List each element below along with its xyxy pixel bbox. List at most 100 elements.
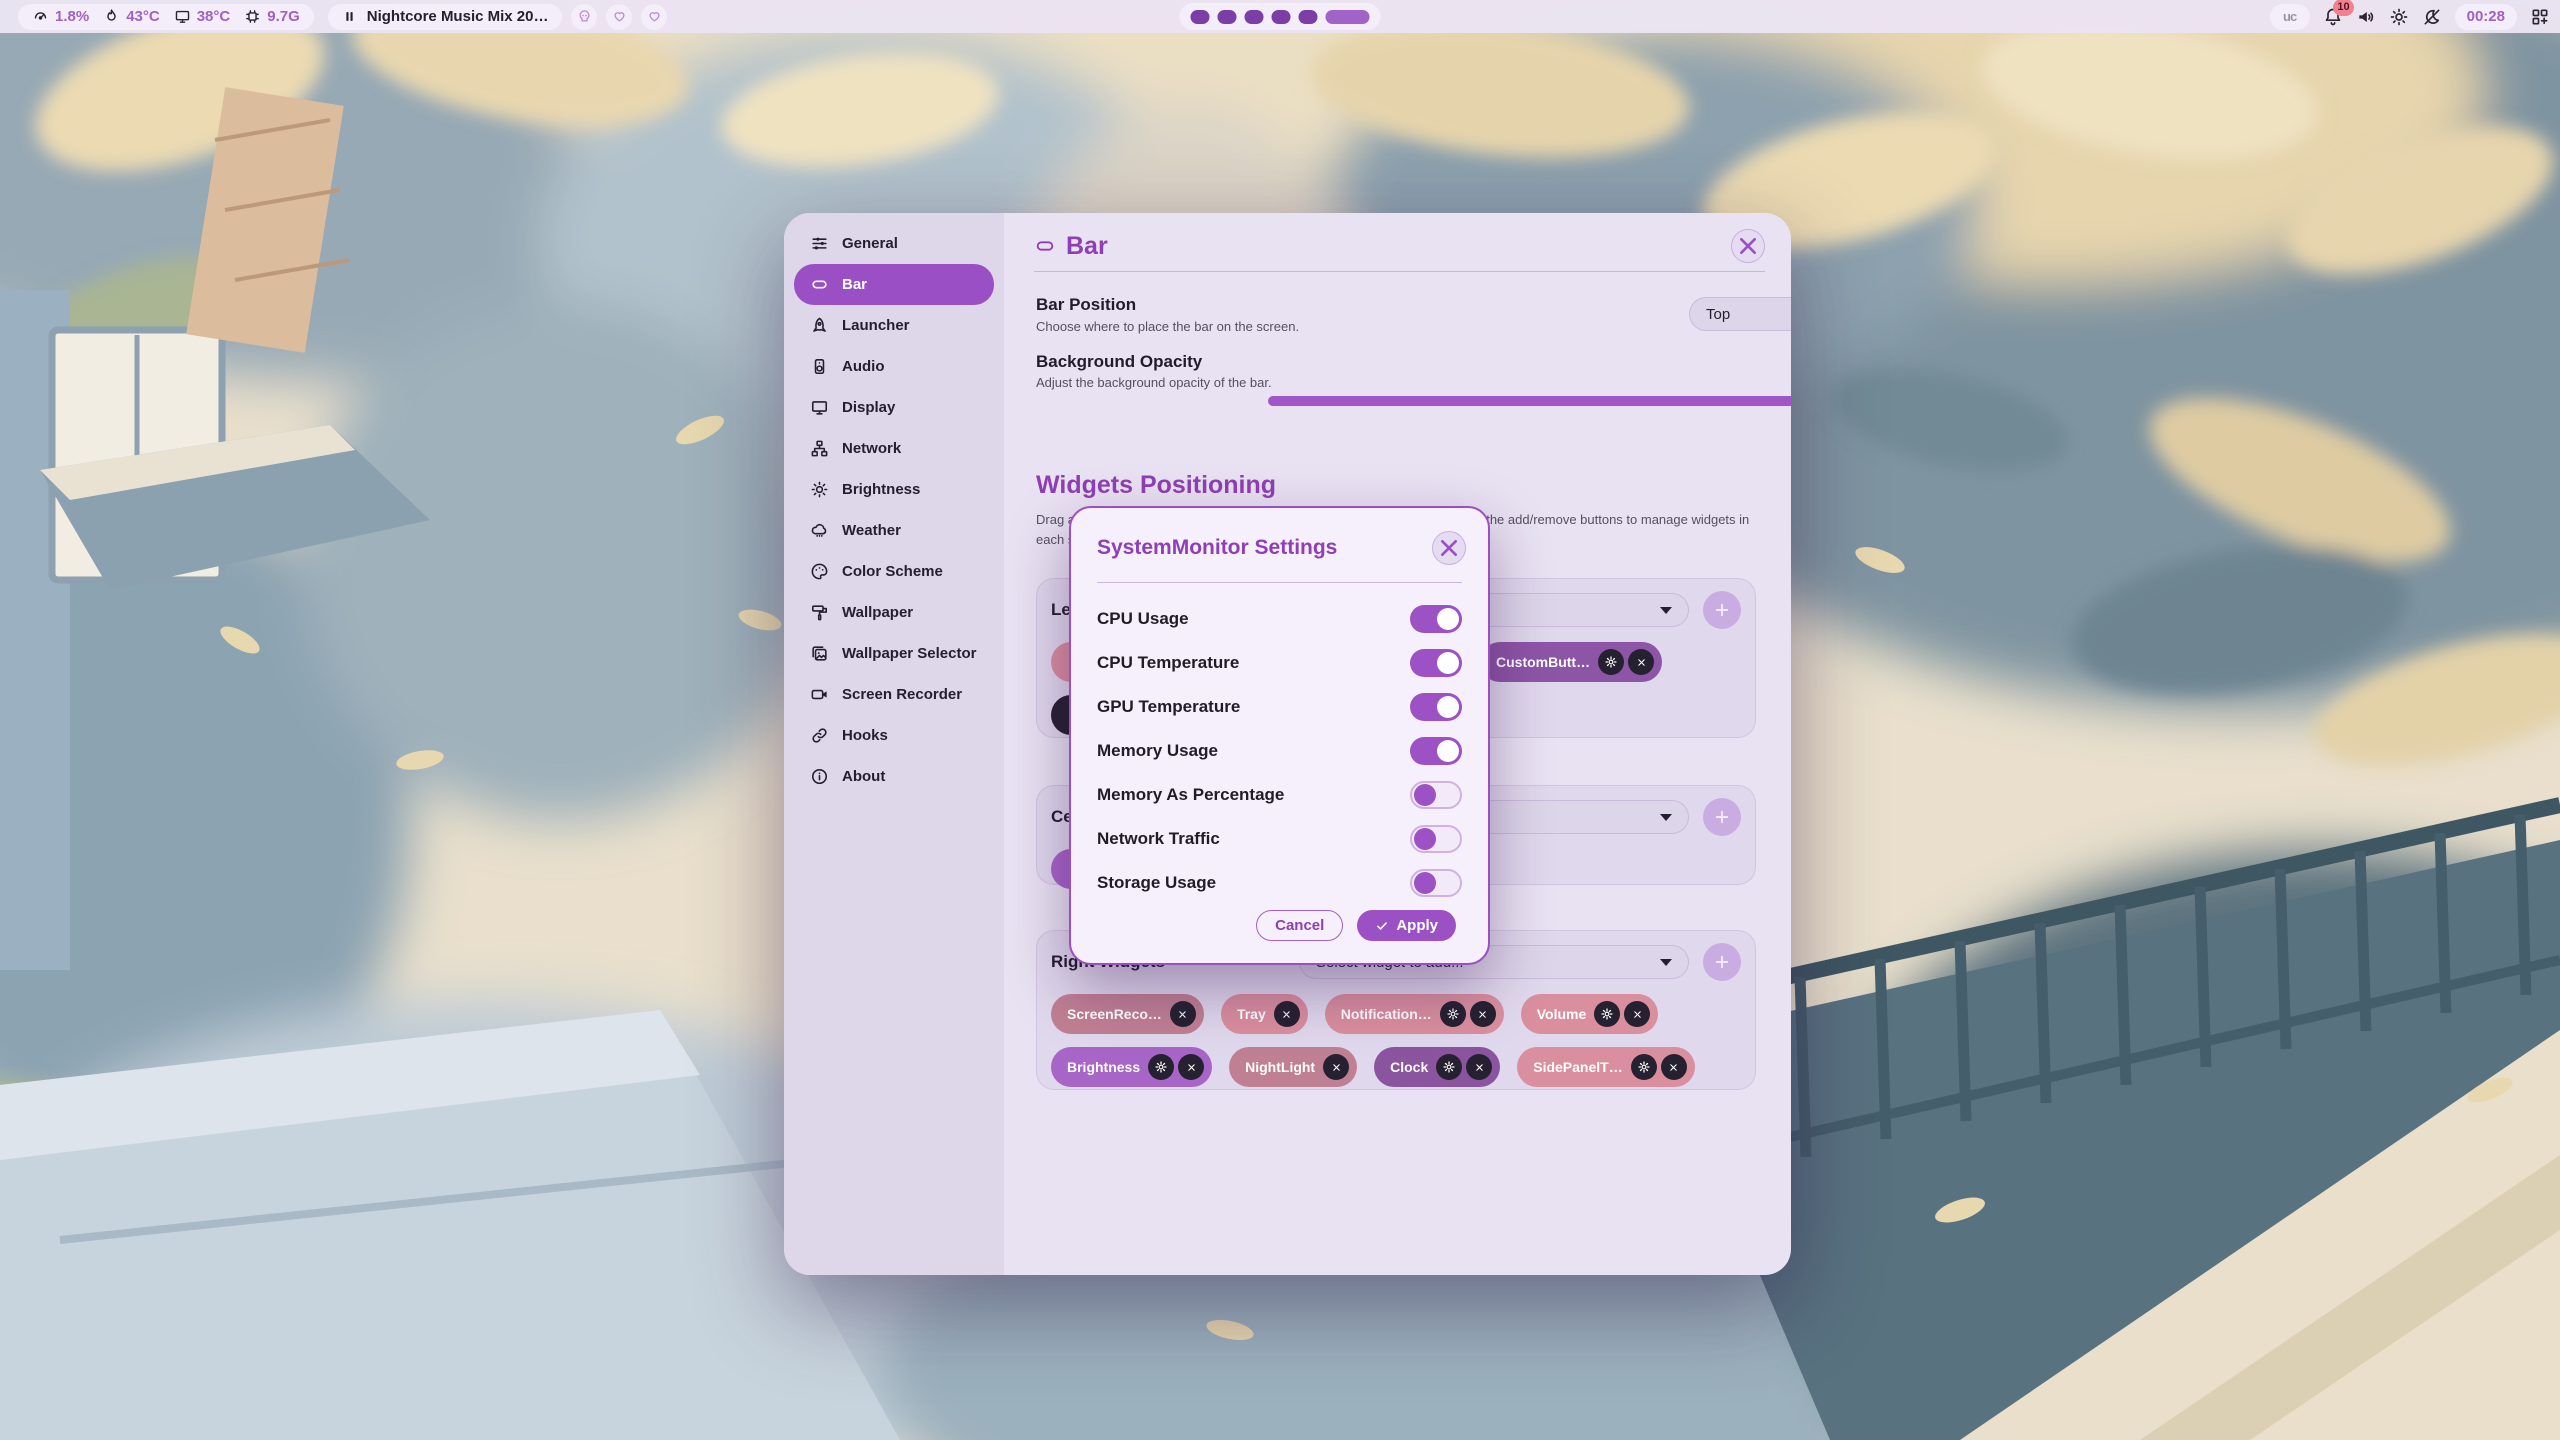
widget-chip-brightness[interactable]: Brightness xyxy=(1051,1047,1212,1087)
widget-gear-button[interactable] xyxy=(1594,1001,1620,1027)
sidebar-item-label: Wallpaper Selector xyxy=(842,645,977,662)
add-widget-button-left[interactable] xyxy=(1703,591,1741,629)
widget-remove-button[interactable] xyxy=(1178,1054,1204,1080)
workspace-1[interactable] xyxy=(1191,10,1210,24)
widget-remove-button[interactable] xyxy=(1470,1001,1496,1027)
widget-gear-button[interactable] xyxy=(1436,1054,1462,1080)
toggle-switch-off[interactable] xyxy=(1410,781,1462,809)
sidebar-item-bar[interactable]: Bar xyxy=(794,264,994,305)
toggle-row-gpu-temperature: GPU Temperature xyxy=(1097,685,1462,729)
sidebar-item-brightness[interactable]: Brightness xyxy=(794,469,994,510)
brightness-button[interactable] xyxy=(2389,7,2409,27)
sidebar-item-display[interactable]: Display xyxy=(794,387,994,428)
sidebar-item-audio[interactable]: Audio xyxy=(794,346,994,387)
gear-icon xyxy=(1637,1060,1651,1074)
widget-remove-button[interactable] xyxy=(1323,1054,1349,1080)
widget-remove-button[interactable] xyxy=(1274,1001,1300,1027)
workspace-indicator[interactable] xyxy=(1180,3,1381,30)
window-close-button[interactable] xyxy=(1731,229,1765,263)
toggle-label: Memory Usage xyxy=(1097,741,1218,761)
widget-remove-button[interactable] xyxy=(1628,649,1654,675)
night-light-button[interactable] xyxy=(2422,7,2442,27)
widget-gear-button[interactable] xyxy=(1440,1001,1466,1027)
quick-button-heart[interactable] xyxy=(641,4,667,30)
notifications-button[interactable]: 10 xyxy=(2323,7,2343,27)
widget-chip-nightlight[interactable]: NightLight xyxy=(1229,1047,1357,1087)
widget-remove-button[interactable] xyxy=(1661,1054,1687,1080)
widget-remove-button[interactable] xyxy=(1466,1054,1492,1080)
clock[interactable]: 00:28 xyxy=(2455,4,2517,30)
plus-icon xyxy=(1713,953,1731,971)
toggle-switch-on[interactable] xyxy=(1410,693,1462,721)
widget-gear-button[interactable] xyxy=(1631,1054,1657,1080)
toggle-switch-on[interactable] xyxy=(1410,737,1462,765)
widget-chip-notification[interactable]: Notification… xyxy=(1325,994,1504,1034)
page-title: Bar xyxy=(1066,232,1108,261)
pill-icon xyxy=(810,275,829,294)
dashboard-button[interactable] xyxy=(2530,7,2550,27)
toggle-row-network-traffic: Network Traffic xyxy=(1097,817,1462,861)
sidebar-item-about[interactable]: About xyxy=(794,756,994,797)
add-widget-button-right[interactable] xyxy=(1703,943,1741,981)
widget-chip-label: ScreenReco… xyxy=(1067,1006,1162,1022)
toggle-row-cpu-temperature: CPU Temperature xyxy=(1097,641,1462,685)
toggle-row-memory-as-percentage: Memory As Percentage xyxy=(1097,773,1462,817)
widget-gear-button[interactable] xyxy=(1598,649,1624,675)
widget-chip-label: SidePanelT… xyxy=(1533,1059,1622,1075)
bar-position-dropdown[interactable]: Top xyxy=(1689,297,1791,331)
widget-chip-screenreco[interactable]: ScreenReco… xyxy=(1051,994,1204,1034)
background-opacity-slider[interactable] xyxy=(1268,396,1791,406)
quick-button-heart[interactable] xyxy=(606,4,632,30)
sidebar-item-launcher[interactable]: Launcher xyxy=(794,305,994,346)
widget-chip-clock[interactable]: Clock xyxy=(1374,1047,1500,1087)
quick-button-skull[interactable] xyxy=(571,4,597,30)
gear-icon xyxy=(1154,1060,1168,1074)
workspace-5[interactable] xyxy=(1299,10,1318,24)
notification-badge: 10 xyxy=(2333,0,2353,16)
tray-app-icon[interactable]: uc xyxy=(2270,4,2310,30)
check-icon xyxy=(1375,919,1389,933)
toggle-switch-on[interactable] xyxy=(1410,649,1462,677)
close-icon xyxy=(1476,1008,1489,1021)
gauge-icon xyxy=(32,8,49,25)
media-title: Nightcore Music Mix 20… xyxy=(367,8,549,25)
widget-chip-label: Notification… xyxy=(1341,1006,1432,1022)
toggle-switch-off[interactable] xyxy=(1410,825,1462,853)
sidebar-item-network[interactable]: Network xyxy=(794,428,994,469)
toggle-knob xyxy=(1437,608,1459,630)
workspace-4[interactable] xyxy=(1272,10,1291,24)
widget-chip-tray[interactable]: Tray xyxy=(1221,994,1308,1034)
widget-chip-custombutt[interactable]: CustomButt… xyxy=(1480,642,1662,682)
sidebar-item-hooks[interactable]: Hooks xyxy=(794,715,994,756)
widget-chip-volume[interactable]: Volume xyxy=(1521,994,1659,1034)
workspace-6-active[interactable] xyxy=(1326,10,1370,24)
sidebar-item-general[interactable]: General xyxy=(794,223,994,264)
gear-icon xyxy=(1442,1060,1456,1074)
widget-chip-sidepanelt[interactable]: SidePanelT… xyxy=(1517,1047,1694,1087)
system-stats-pill[interactable]: 1.8%43°C38°C9.7G xyxy=(18,4,314,30)
cancel-button[interactable]: Cancel xyxy=(1256,910,1343,941)
sidebar-item-color-scheme[interactable]: Color Scheme xyxy=(794,551,994,592)
workspace-2[interactable] xyxy=(1218,10,1237,24)
add-widget-button-center[interactable] xyxy=(1703,798,1741,836)
sidebar-item-wallpaper[interactable]: Wallpaper xyxy=(794,592,994,633)
sidebar-item-screen-recorder[interactable]: Screen Recorder xyxy=(794,674,994,715)
toggle-switch-off[interactable] xyxy=(1410,869,1462,897)
close-icon xyxy=(1635,656,1648,669)
apply-button[interactable]: Apply xyxy=(1357,910,1456,941)
toggle-switch-on[interactable] xyxy=(1410,605,1462,633)
media-player-pill[interactable]: Nightcore Music Mix 20… xyxy=(328,4,563,30)
widget-remove-button[interactable] xyxy=(1170,1001,1196,1027)
sidebar-item-wallpaper-selector[interactable]: Wallpaper Selector xyxy=(794,633,994,674)
info-icon xyxy=(810,767,829,786)
modal-close-button[interactable] xyxy=(1432,531,1466,565)
sidebar-item-weather[interactable]: Weather xyxy=(794,510,994,551)
widget-remove-button[interactable] xyxy=(1624,1001,1650,1027)
stat-monitor: 38°C xyxy=(174,8,231,25)
sidebar-item-label: Bar xyxy=(842,276,867,293)
volume-button[interactable] xyxy=(2356,7,2376,27)
toggle-row-storage-usage: Storage Usage xyxy=(1097,861,1462,905)
widget-gear-button[interactable] xyxy=(1148,1054,1174,1080)
workspace-3[interactable] xyxy=(1245,10,1264,24)
widget-chip-label: Volume xyxy=(1537,1006,1587,1022)
